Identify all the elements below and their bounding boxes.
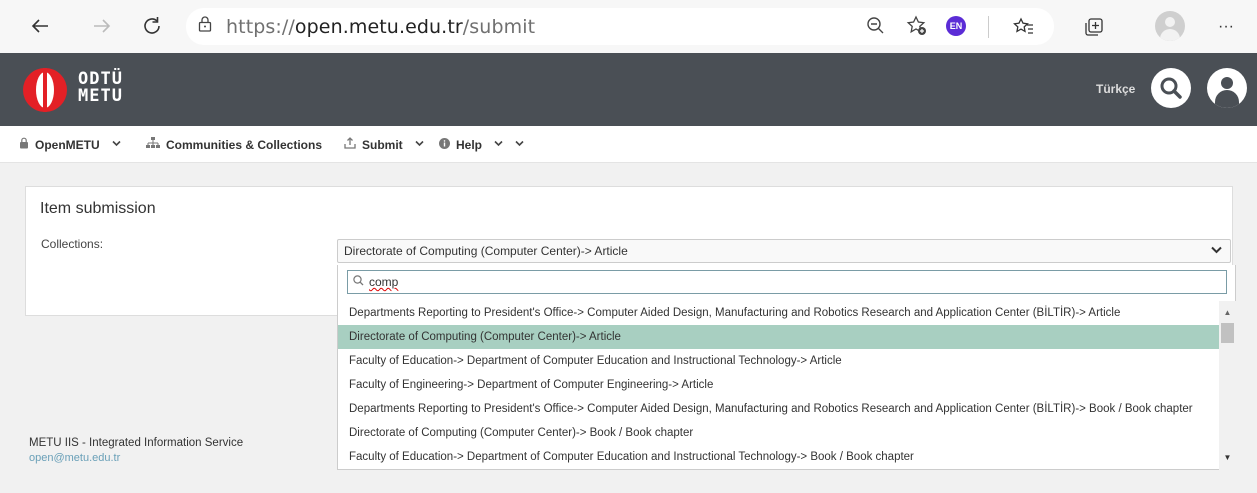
- chevron-down-icon: [1211, 243, 1222, 257]
- collection-select-value: Directorate of Computing (Computer Cente…: [344, 244, 628, 258]
- translate-badge[interactable]: EN: [946, 16, 966, 36]
- url-path: /submit: [462, 15, 536, 38]
- collection-option[interactable]: Directorate of Computing (Computer Cente…: [338, 421, 1219, 445]
- zoom-out-icon[interactable]: [866, 16, 886, 36]
- user-icon: [1221, 77, 1233, 89]
- profile-avatar[interactable]: [1155, 11, 1185, 41]
- url-scheme: https://: [226, 15, 295, 38]
- user-menu-button[interactable]: [1207, 68, 1247, 108]
- nav-communities-label: Communities & Collections: [166, 137, 323, 152]
- more-menu-icon[interactable]: ···: [1212, 13, 1240, 41]
- language-link[interactable]: Türkçe: [1096, 82, 1135, 96]
- collection-option[interactable]: Departments Reporting to President's Off…: [338, 301, 1219, 325]
- site-header: ODTÜ METU: [0, 53, 1257, 126]
- main-nav: OpenMETU Communities & Collections Submi…: [0, 126, 1257, 163]
- collection-option[interactable]: Departments Reporting to President's Off…: [338, 397, 1219, 421]
- add-favorite-icon[interactable]: [906, 15, 928, 37]
- collection-search-value: comp: [369, 275, 399, 289]
- nav-submit[interactable]: Submit: [344, 126, 424, 163]
- footer-title: METU IIS - Integrated Information Servic…: [29, 437, 244, 449]
- nav-submit-label: Submit: [362, 137, 403, 152]
- collection-option[interactable]: Faculty of Education-> Department of Com…: [338, 445, 1219, 469]
- toolbar-divider: [988, 16, 989, 38]
- chevron-down-icon: [494, 139, 503, 150]
- nav-openmetu[interactable]: OpenMETU: [19, 126, 121, 163]
- scroll-up-arrow-icon[interactable]: ▲: [1219, 305, 1236, 319]
- browser-toolbar: https://open.metu.edu.tr/submit EN ···: [0, 0, 1257, 53]
- search-icon: [353, 275, 364, 289]
- logo-line-metu: METU: [78, 86, 123, 106]
- collection-options-list: Departments Reporting to President's Off…: [338, 301, 1219, 470]
- metu-logo-icon[interactable]: [23, 68, 67, 112]
- page-title: Item submission: [40, 200, 156, 217]
- search-button[interactable]: [1151, 68, 1191, 108]
- dropdown-scrollbar[interactable]: ▲ ▼: [1219, 301, 1236, 470]
- url-host: open.metu.edu.tr: [294, 15, 463, 38]
- collections-label: Collections:: [41, 237, 104, 251]
- logo-text[interactable]: ODTÜ METU: [78, 71, 123, 105]
- collection-search-input[interactable]: comp: [347, 270, 1227, 294]
- footer-email-link[interactable]: open@metu.edu.tr: [29, 452, 120, 464]
- scroll-down-arrow-icon[interactable]: ▼: [1219, 450, 1236, 464]
- search-icon: [1160, 77, 1182, 99]
- chevron-down-icon[interactable]: [515, 139, 524, 150]
- nav-openmetu-label: OpenMETU: [35, 137, 100, 152]
- nav-help-label: Help: [456, 137, 483, 152]
- chevron-down-icon: [112, 139, 121, 150]
- collection-dropdown: comp Departments Reporting to President'…: [337, 265, 1236, 470]
- collection-option-selected[interactable]: Directorate of Computing (Computer Cente…: [338, 325, 1219, 349]
- collections-icon[interactable]: [1080, 13, 1108, 41]
- forward-icon[interactable]: [84, 8, 120, 44]
- scrollbar-thumb[interactable]: [1221, 323, 1234, 343]
- reload-icon[interactable]: [134, 8, 170, 44]
- upload-icon: [344, 137, 356, 152]
- lock-icon: [19, 137, 29, 152]
- back-icon[interactable]: [22, 8, 58, 44]
- info-circle-icon: [439, 137, 450, 152]
- collection-option[interactable]: Faculty of Education-> Department of Com…: [338, 349, 1219, 373]
- url-text[interactable]: https://open.metu.edu.tr/submit: [226, 16, 535, 38]
- lock-icon[interactable]: [198, 16, 212, 37]
- collection-select[interactable]: Directorate of Computing (Computer Cente…: [337, 239, 1231, 263]
- nav-help[interactable]: Help: [439, 126, 524, 163]
- collection-option[interactable]: Faculty of Engineering-> Department of C…: [338, 373, 1219, 397]
- nav-communities-collections[interactable]: Communities & Collections: [146, 126, 322, 163]
- sitemap-icon: [146, 137, 160, 152]
- chevron-down-icon: [415, 139, 424, 150]
- favorites-icon[interactable]: [1010, 13, 1038, 41]
